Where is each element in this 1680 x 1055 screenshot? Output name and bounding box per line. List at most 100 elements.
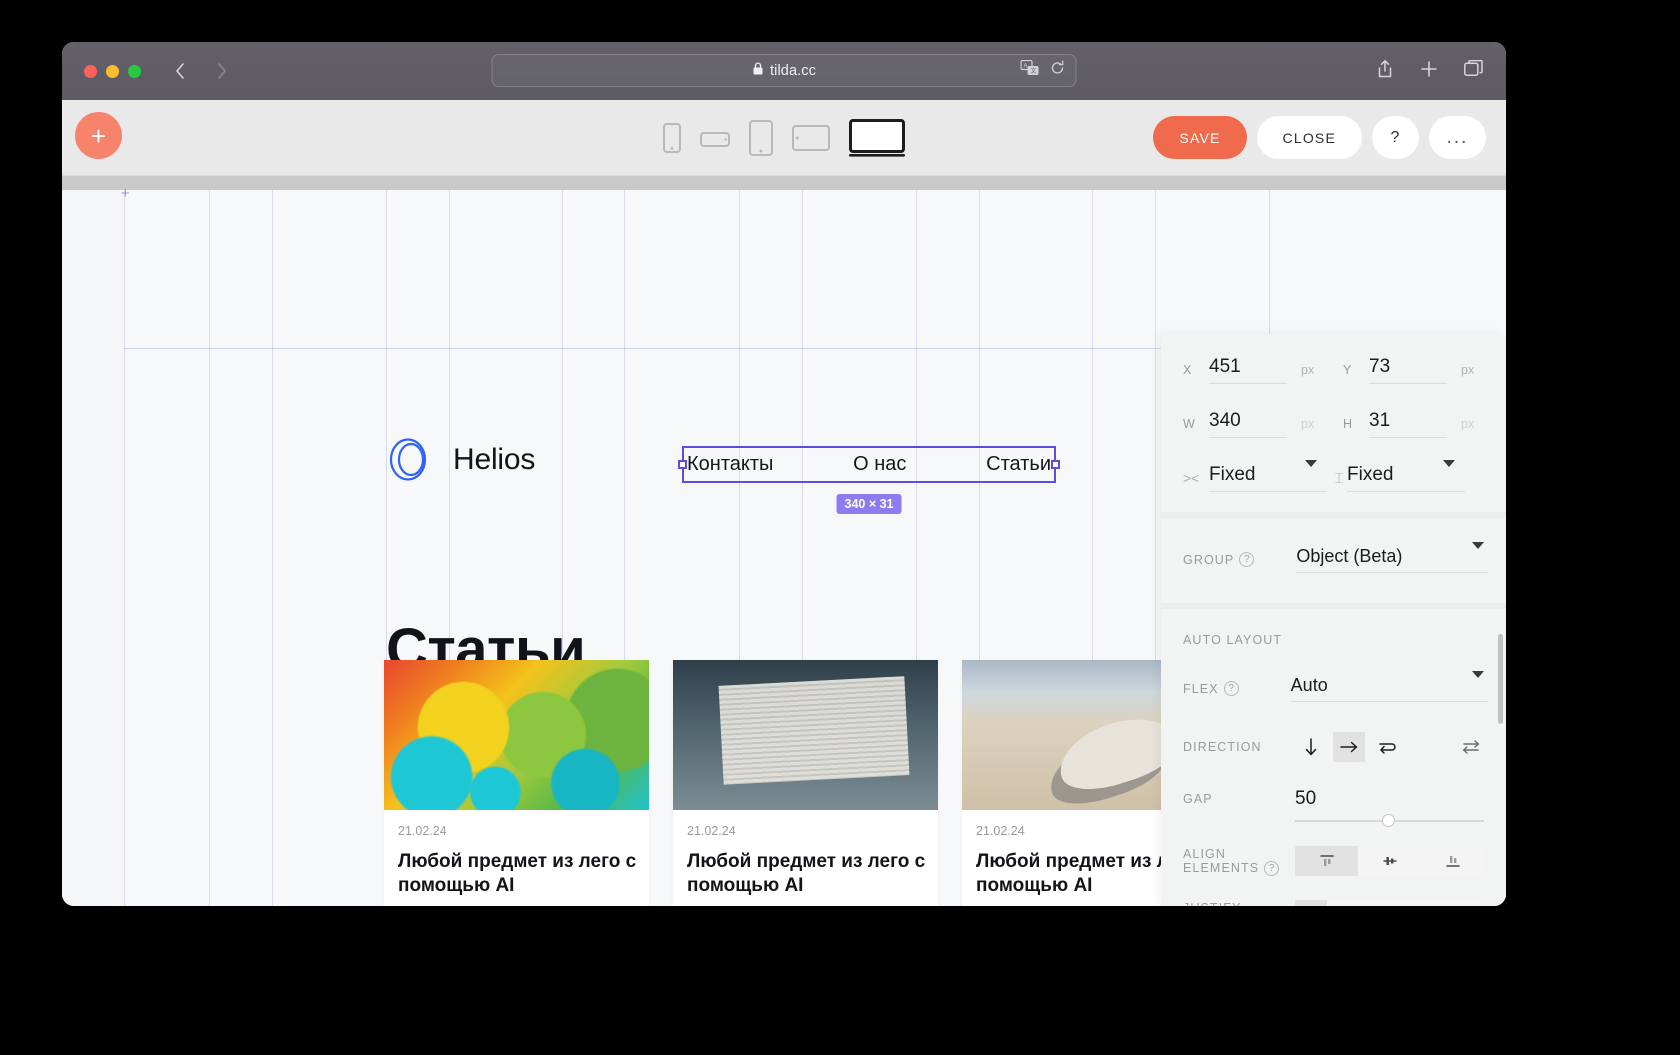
justify-content-group xyxy=(1295,900,1484,906)
h-unit: px xyxy=(1461,417,1475,431)
group-label: GROUP xyxy=(1183,552,1235,567)
origin-crosshair-icon: + xyxy=(121,185,130,202)
site-logo[interactable]: Helios xyxy=(386,436,535,483)
article-card[interactable]: 21.02.24 Любой предмет из лего с помощью… xyxy=(384,660,649,906)
group-section: GROUP ? Object (Beta) xyxy=(1161,518,1506,603)
device-preview-switcher xyxy=(663,118,905,157)
share-icon[interactable] xyxy=(1376,59,1394,84)
help-button[interactable]: ? xyxy=(1372,116,1419,159)
nav-item-articles[interactable]: Статьи xyxy=(986,453,1051,476)
panel-scrollbar[interactable] xyxy=(1498,634,1503,724)
tabs-overview-icon[interactable] xyxy=(1464,59,1484,83)
nav-item-contacts[interactable]: Контакты xyxy=(687,453,773,476)
resize-handle-right[interactable] xyxy=(1051,460,1060,469)
maximize-window-button[interactable] xyxy=(128,64,141,78)
w-input[interactable]: 340 xyxy=(1209,410,1287,438)
align-help-icon[interactable]: ? xyxy=(1264,860,1280,876)
gap-label: GAP xyxy=(1183,792,1213,806)
resize-handle-left[interactable] xyxy=(678,460,687,469)
device-tablet-landscape-button[interactable] xyxy=(792,124,830,152)
y-unit: px xyxy=(1461,363,1475,377)
forward-chevron-icon[interactable] xyxy=(215,60,229,82)
minimize-window-button[interactable] xyxy=(106,64,119,78)
group-help-icon[interactable]: ? xyxy=(1239,552,1255,567)
x-label: X xyxy=(1183,363,1193,377)
group-caret-icon[interactable] xyxy=(1472,541,1484,567)
align-start-button[interactable] xyxy=(1295,846,1358,876)
lock-icon xyxy=(752,61,763,80)
height-mode-caret-icon[interactable] xyxy=(1443,460,1455,485)
address-bar[interactable]: tilda.cc A文 xyxy=(491,54,1077,87)
svg-text:A: A xyxy=(1024,64,1028,70)
justify-label-line1: JUSTIFY xyxy=(1183,901,1281,907)
traffic-lights xyxy=(84,64,141,78)
svg-text:文: 文 xyxy=(1031,67,1037,75)
width-mode-caret-icon[interactable] xyxy=(1305,460,1317,485)
y-input[interactable]: 73 xyxy=(1369,356,1447,384)
flex-select[interactable]: Auto xyxy=(1290,675,1488,702)
w-unit: px xyxy=(1301,417,1315,431)
height-mode-icon: ⌶ xyxy=(1334,469,1344,487)
x-input[interactable]: 451 xyxy=(1209,356,1287,384)
device-desktop-button[interactable] xyxy=(849,118,905,157)
flex-label: FLEX xyxy=(1183,681,1219,696)
selected-nav-element[interactable]: Контакты О нас Статьи 340 × 31 xyxy=(678,446,1060,514)
geometry-section: X 451 px Y 73 px W 340 px H 31 px >< Fix… xyxy=(1161,334,1506,512)
gap-slider-knob[interactable] xyxy=(1381,814,1395,827)
gap-input[interactable]: 50 xyxy=(1295,788,1484,814)
direction-horizontal-button[interactable] xyxy=(1333,732,1365,762)
auto-layout-heading: AUTO LAYOUT xyxy=(1183,633,1283,647)
reload-icon[interactable] xyxy=(1050,60,1066,81)
device-tablet-portrait-button[interactable] xyxy=(749,119,773,156)
align-label-line2: ELEMENTS xyxy=(1183,861,1260,875)
canvas-ruler[interactable] xyxy=(62,176,1506,190)
selection-size-badge: 340 × 31 xyxy=(836,494,902,514)
translate-icon[interactable]: A文 xyxy=(1020,59,1040,81)
direction-wrap-button[interactable] xyxy=(1371,732,1403,762)
device-phone-landscape-button[interactable] xyxy=(700,128,730,148)
device-phone-portrait-button[interactable] xyxy=(663,122,681,153)
flex-help-icon[interactable]: ? xyxy=(1223,681,1239,696)
x-unit: px xyxy=(1301,363,1315,377)
direction-vertical-button[interactable] xyxy=(1295,732,1327,762)
browser-window: tilda.cc A文 + SAVE CLOSE ? ... + Helios … xyxy=(62,42,1506,906)
justify-center-button[interactable] xyxy=(1326,900,1358,906)
article-title: Любой предмет из лего с помощью AI xyxy=(687,851,926,897)
new-tab-plus-icon[interactable] xyxy=(1420,60,1438,83)
h-input[interactable]: 31 xyxy=(1369,410,1447,438)
save-button[interactable]: SAVE xyxy=(1153,116,1247,159)
y-label: Y xyxy=(1343,363,1353,377)
justify-start-button[interactable] xyxy=(1295,900,1327,906)
auto-layout-section: AUTO LAYOUT FLEX ? Auto DIRECTION GAP 50… xyxy=(1161,609,1506,906)
direction-label: DIRECTION xyxy=(1183,740,1262,754)
width-mode-icon: >< xyxy=(1183,470,1200,486)
more-options-button[interactable]: ... xyxy=(1429,116,1486,159)
align-label-line1: ALIGN xyxy=(1183,846,1227,861)
browser-titlebar: tilda.cc A文 xyxy=(62,42,1506,100)
justify-end-button[interactable] xyxy=(1358,900,1390,906)
add-block-button[interactable]: + xyxy=(75,112,122,159)
article-image xyxy=(673,660,938,810)
w-label: W xyxy=(1183,417,1196,431)
tilda-editor-toolbar: + SAVE CLOSE ? ... xyxy=(62,100,1506,176)
flex-caret-icon[interactable] xyxy=(1472,670,1484,696)
justify-space-around-button[interactable] xyxy=(1421,900,1453,906)
gap-slider[interactable] xyxy=(1295,814,1484,827)
article-image xyxy=(384,660,649,810)
logo-text: Helios xyxy=(453,442,536,476)
justify-space-between-button[interactable] xyxy=(1389,900,1421,906)
article-date: 21.02.24 xyxy=(398,824,447,838)
articles-card-list: 21.02.24 Любой предмет из лего с помощью… xyxy=(384,660,1227,906)
close-window-button[interactable] xyxy=(84,64,97,78)
h-label: H xyxy=(1343,417,1354,431)
justify-space-evenly-button[interactable] xyxy=(1452,900,1484,906)
back-chevron-icon[interactable] xyxy=(173,60,187,82)
align-center-button[interactable] xyxy=(1358,846,1421,876)
direction-reverse-button[interactable] xyxy=(1458,739,1484,755)
close-button[interactable]: CLOSE xyxy=(1256,116,1362,159)
article-card[interactable]: 21.02.24 Любой предмет из лего с помощью… xyxy=(673,660,938,906)
group-select[interactable]: Object (Beta) xyxy=(1296,546,1488,573)
align-end-button[interactable] xyxy=(1421,846,1484,876)
article-date: 21.02.24 xyxy=(687,824,736,838)
nav-item-about[interactable]: О нас xyxy=(853,453,906,476)
